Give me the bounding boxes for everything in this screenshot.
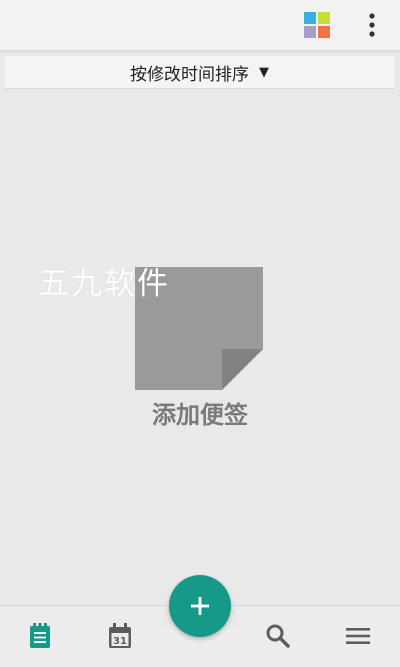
add-note-button[interactable]	[169, 575, 231, 637]
watermark-text: 五九软件	[38, 266, 170, 302]
top-app-bar	[0, 0, 400, 51]
calendar-icon[interactable]: 31	[104, 620, 136, 652]
color-grid-icon[interactable]	[304, 12, 332, 40]
sort-label: 按修改时间排序	[130, 64, 249, 85]
notes-list-icon[interactable]	[24, 620, 56, 652]
add-note-label[interactable]: 添加便签	[120, 395, 280, 430]
dropdown-arrow-icon: ▼	[259, 64, 269, 80]
menu-icon[interactable]	[342, 620, 374, 652]
more-vertical-icon[interactable]	[360, 10, 384, 40]
plus-icon	[191, 597, 209, 615]
calendar-day-label: 31	[113, 636, 127, 647]
search-icon[interactable]	[262, 620, 294, 652]
sort-dropdown[interactable]: 按修改时间排序 ▼	[5, 56, 394, 89]
